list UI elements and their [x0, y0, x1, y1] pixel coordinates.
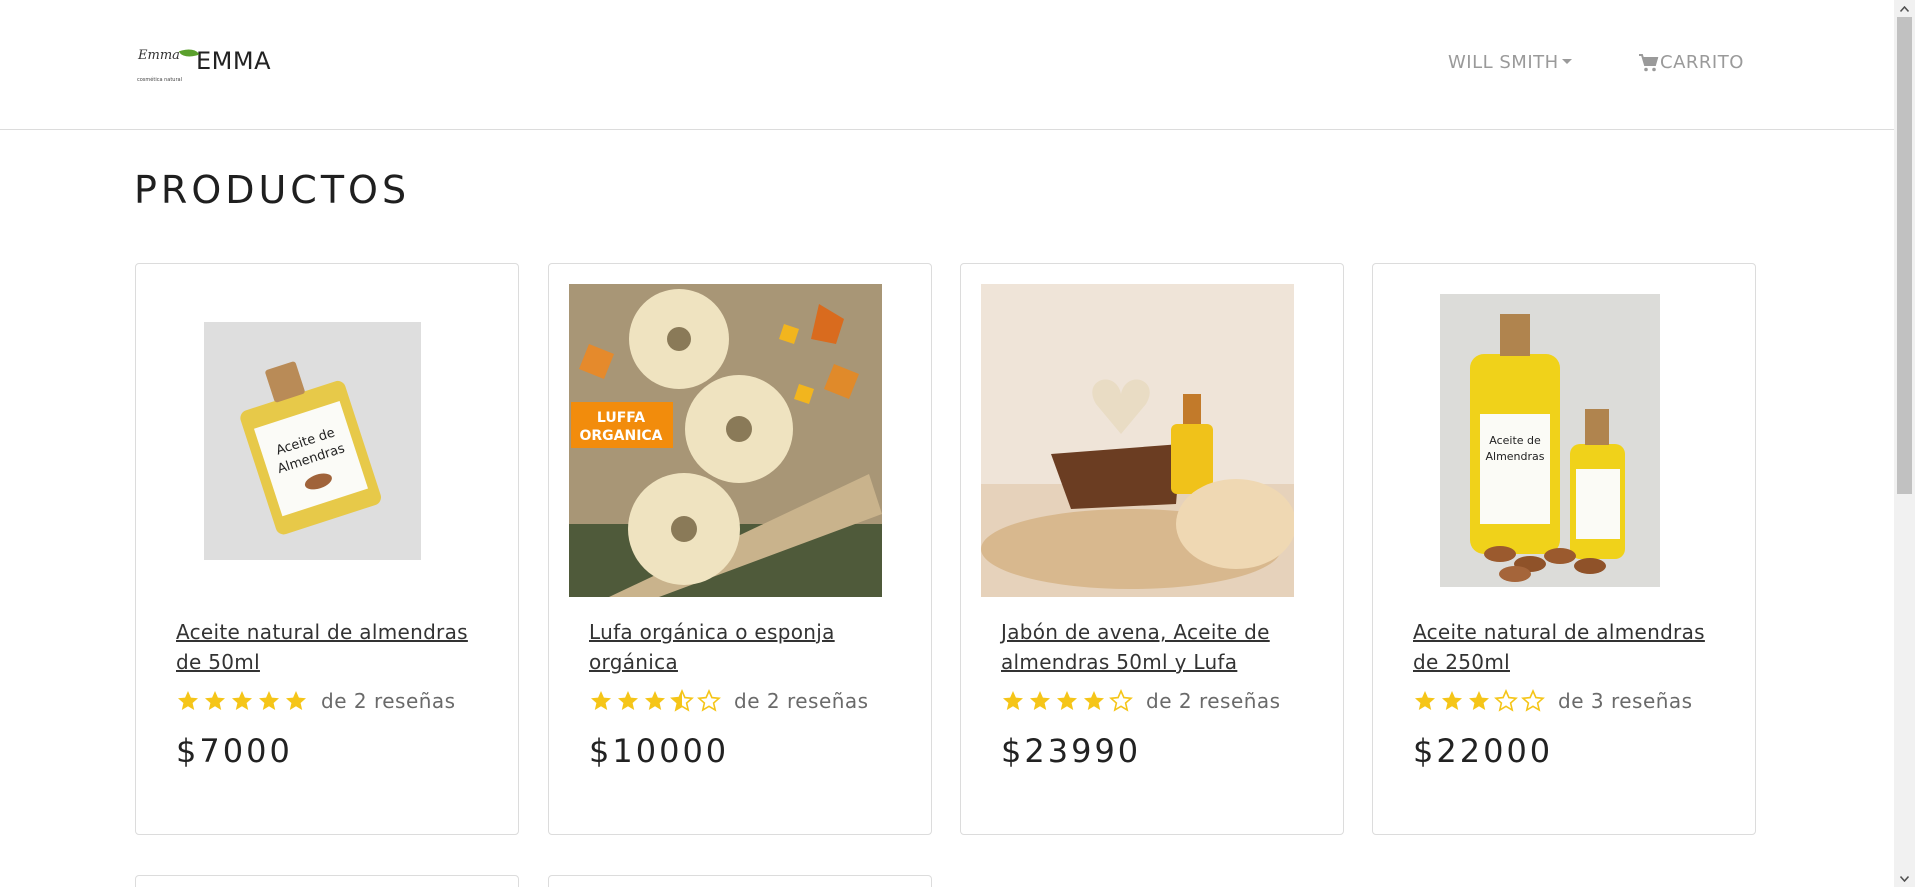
star-filled-icon [232, 691, 252, 710]
star-empty-icon [1494, 689, 1518, 712]
product-rating: de 2 reseñas [176, 689, 456, 713]
product-rating: de 2 reseñas [589, 689, 869, 713]
navbar: Emma cosmética natural EMMA WILL SMITH C… [0, 0, 1894, 130]
star-filled-icon [205, 691, 225, 710]
product-title-link[interactable]: Lufa orgánica o esponja orgánica [589, 617, 889, 677]
product-card: Aceite de Almendras Aceite natural de al… [1372, 263, 1756, 835]
product-price: $22000 [1413, 732, 1554, 770]
star-filled-icon [1057, 691, 1077, 710]
brand-link[interactable]: Emma cosmética natural EMMA [136, 44, 271, 88]
product-title-link[interactable]: Aceite natural de almendras de 250ml [1413, 617, 1713, 677]
star-filled-icon [1003, 691, 1023, 710]
star-filled-icon [178, 691, 198, 710]
product-price: $23990 [1001, 732, 1142, 770]
logo-script: Emma [138, 48, 180, 63]
cart-icon [1639, 53, 1659, 71]
image-badge-line2: ORGANICA [579, 428, 662, 444]
brand-logo: Emma cosmética natural [136, 44, 200, 88]
product-image: Aceite de Almendras [204, 321, 421, 560]
product-image: Aceite de Almendras [1439, 294, 1660, 587]
bottle-label-line1: Aceite de [1489, 434, 1541, 447]
logo-tagline: cosmética natural [137, 77, 182, 83]
product-image-link[interactable] [981, 284, 1294, 597]
product-image-link[interactable]: Aceite de Almendras [156, 284, 469, 597]
star-empty-icon [1109, 689, 1133, 712]
star-filled-icon [259, 691, 279, 710]
product-image: LUFFA ORGANICA [569, 284, 882, 597]
star-filled-icon [286, 691, 306, 710]
scrollbar-thumb[interactable] [1897, 17, 1912, 494]
review-count: de 2 reseñas [1146, 689, 1281, 713]
product-rating: de 2 reseñas [1001, 689, 1281, 713]
product-price: $7000 [176, 732, 293, 770]
review-count: de 2 reseñas [321, 689, 456, 713]
star-filled-icon [1030, 691, 1050, 710]
product-card: Aceite de Almendras Aceite natural de al… [135, 263, 519, 835]
scroll-down-arrow-icon[interactable] [1894, 870, 1915, 887]
product-title-link[interactable]: Jabón de avena, Aceite de almendras 50ml… [1001, 617, 1301, 677]
review-count: de 2 reseñas [734, 689, 869, 713]
user-name: WILL SMITH [1448, 52, 1559, 73]
review-count: de 3 reseñas [1558, 689, 1693, 713]
scroll-up-arrow-icon[interactable] [1894, 0, 1915, 17]
star-filled-icon [1469, 691, 1489, 710]
image-badge-line1: LUFFA [597, 410, 645, 426]
star-filled-icon [1442, 691, 1462, 710]
vertical-scrollbar[interactable] [1894, 0, 1915, 887]
cart-link[interactable]: CARRITO [1638, 52, 1744, 73]
brand-name: EMMA [196, 47, 271, 75]
star-filled-icon [618, 691, 638, 710]
product-card [548, 875, 932, 887]
star-filled-icon [1415, 691, 1435, 710]
star-filled-icon [1084, 691, 1104, 710]
cart-label: CARRITO [1660, 52, 1744, 73]
caret-down-icon [1561, 59, 1572, 64]
product-image-link[interactable]: LUFFA ORGANICA [569, 284, 882, 597]
product-card [135, 875, 519, 887]
bottle-label-line2: Almendras [1485, 450, 1544, 463]
star-empty-icon [1521, 689, 1545, 712]
product-card: Jabón de avena, Aceite de almendras 50ml… [960, 263, 1344, 835]
product-price: $10000 [589, 732, 730, 770]
product-image-link[interactable]: Aceite de Almendras [1393, 284, 1706, 597]
user-dropdown[interactable]: WILL SMITH [1448, 52, 1572, 73]
product-rating: de 3 reseñas [1413, 689, 1693, 713]
product-card: LUFFA ORGANICA Lufa orgánica o esponja o… [548, 263, 932, 835]
page-title: PRODUCTOS [134, 168, 411, 212]
product-title-link[interactable]: Aceite natural de almendras de 50ml [176, 617, 476, 677]
star-half-icon [670, 689, 694, 712]
star-filled-icon [645, 691, 665, 710]
star-empty-icon [697, 689, 721, 712]
star-filled-icon [591, 691, 611, 710]
product-image [981, 284, 1294, 597]
